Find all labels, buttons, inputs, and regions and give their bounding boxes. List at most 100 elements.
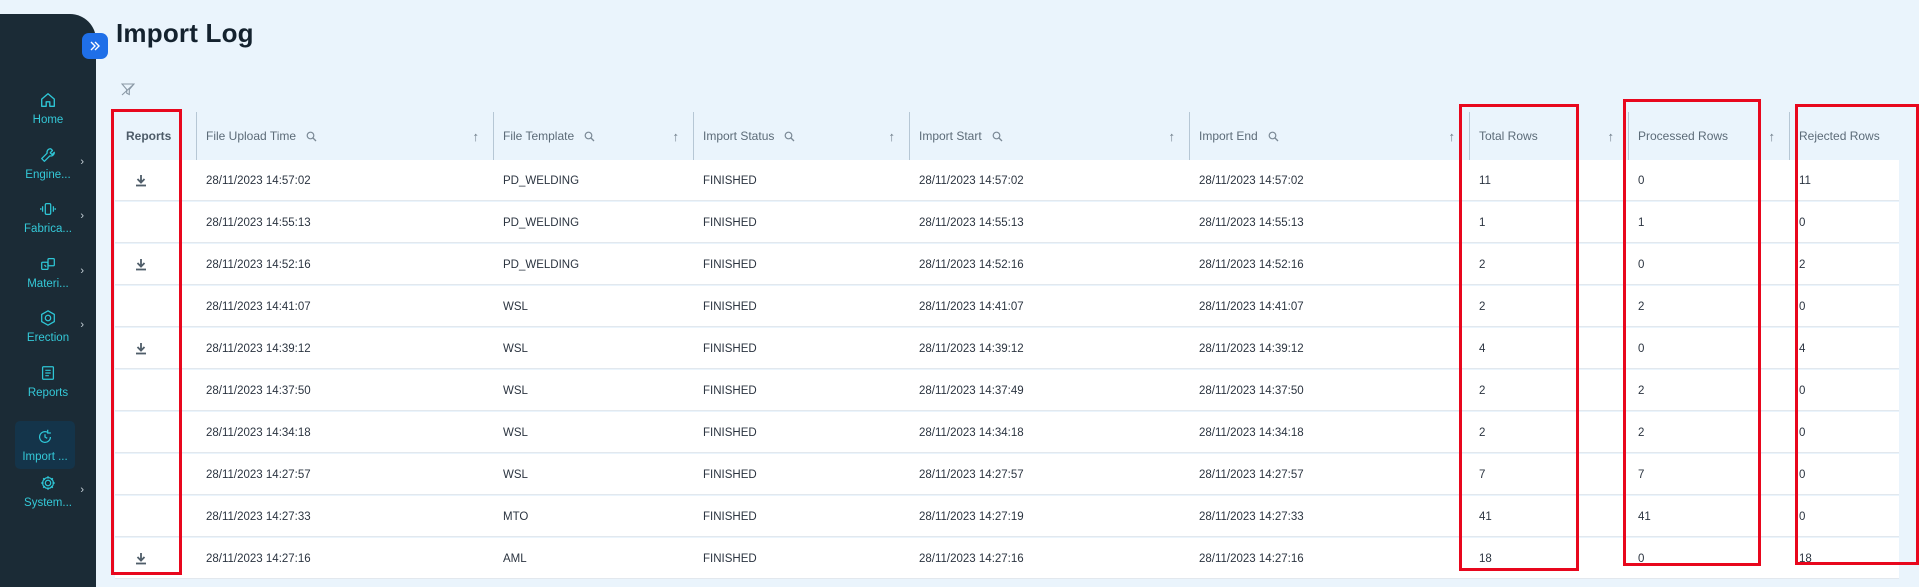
column-header-import-status[interactable]: Import Status ↑	[693, 112, 909, 160]
sort-arrow-up-icon[interactable]: ↑	[1449, 129, 1456, 144]
import-end-cell: 28/11/2023 14:34:18	[1199, 426, 1304, 439]
fabrication-icon	[40, 202, 56, 215]
file-upload-time-cell: 28/11/2023 14:27:33	[206, 510, 311, 523]
sidebar-item-gear[interactable]: System... ›	[0, 465, 96, 517]
import-start-cell: 28/11/2023 14:34:18	[919, 426, 1024, 439]
sidebar-item-label: Home	[32, 113, 64, 126]
import-history-icon	[38, 429, 52, 443]
column-header-import-start[interactable]: Import Start ↑	[909, 112, 1189, 160]
wrench-icon	[41, 147, 55, 162]
sidebar-item-import-history[interactable]: Import ...	[15, 421, 75, 469]
sidebar-item-label: Fabrica...	[24, 222, 72, 235]
sidebar-item-label: System...	[24, 496, 72, 509]
import-status-cell: FINISHED	[703, 426, 757, 439]
materials-icon	[41, 257, 55, 270]
column-header-label: File Template	[503, 129, 575, 143]
import-start-cell: 28/11/2023 14:52:16	[919, 258, 1024, 271]
column-header-label: Import Start	[919, 129, 982, 143]
file-template-cell: WSL	[503, 468, 528, 481]
highlight-box-processed-rows	[1623, 99, 1761, 566]
sort-arrow-up-icon[interactable]: ↑	[1608, 129, 1615, 144]
import-end-cell: 28/11/2023 14:52:16	[1199, 258, 1304, 271]
import-start-cell: 28/11/2023 14:57:02	[919, 174, 1024, 187]
file-template-cell: PD_WELDING	[503, 258, 580, 271]
file-upload-time-cell: 28/11/2023 14:27:16	[206, 552, 311, 565]
file-upload-time-cell: 28/11/2023 14:34:18	[206, 426, 311, 439]
import-end-cell: 28/11/2023 14:27:57	[1199, 468, 1304, 481]
chevron-right-icon: ›	[80, 265, 84, 277]
sort-arrow-up-icon[interactable]: ↑	[889, 129, 896, 144]
import-start-cell: 28/11/2023 14:55:13	[919, 216, 1024, 229]
highlight-box-reports	[111, 109, 182, 575]
import-status-cell: FINISHED	[703, 342, 757, 355]
import-start-cell: 28/11/2023 14:27:57	[919, 468, 1024, 481]
file-template-cell: WSL	[503, 342, 528, 355]
file-template-cell: WSL	[503, 384, 528, 397]
highlight-box-rejected-rows	[1795, 104, 1919, 565]
import-end-cell: 28/11/2023 14:41:07	[1199, 300, 1304, 313]
chevron-right-icon: ›	[80, 484, 84, 496]
file-upload-time-cell: 28/11/2023 14:52:16	[206, 258, 311, 271]
import-start-cell: 28/11/2023 14:37:49	[919, 384, 1024, 397]
sidebar-item-materials[interactable]: Materi... ›	[0, 246, 96, 298]
file-template-cell: PD_WELDING	[503, 174, 580, 187]
sort-arrow-up-icon[interactable]: ↑	[1769, 129, 1776, 144]
search-icon[interactable]	[306, 131, 317, 142]
column-header-file-template[interactable]: File Template ↑	[493, 112, 693, 160]
report-icon	[41, 365, 55, 380]
file-upload-time-cell: 28/11/2023 14:57:02	[206, 174, 311, 187]
sidebar-item-home[interactable]: Home	[0, 82, 96, 134]
file-template-cell: WSL	[503, 300, 528, 313]
import-status-cell: FINISHED	[703, 258, 757, 271]
gear-icon	[41, 475, 55, 490]
column-header-label: File Upload Time	[206, 129, 297, 143]
import-end-cell: 28/11/2023 14:27:16	[1199, 552, 1304, 565]
sidebar-item-wrench[interactable]: Engine... ›	[0, 137, 96, 189]
import-status-cell: FINISHED	[703, 300, 757, 313]
column-header-file-upload-time[interactable]: File Upload Time ↑	[196, 112, 493, 160]
import-status-cell: FINISHED	[703, 468, 757, 481]
column-header-import-end[interactable]: Import End ↑	[1189, 112, 1469, 160]
sidebar-item-label: Materi...	[27, 277, 69, 290]
sidebar-item-fabrication[interactable]: Fabrica... ›	[0, 191, 96, 243]
import-end-cell: 28/11/2023 14:39:12	[1199, 342, 1304, 355]
highlight-box-total-rows	[1459, 104, 1579, 571]
column-header-label: Import End	[1199, 129, 1258, 143]
file-template-cell: PD_WELDING	[503, 216, 580, 229]
home-icon	[41, 92, 55, 107]
file-template-cell: AML	[503, 552, 527, 565]
search-icon[interactable]	[992, 131, 1003, 142]
search-icon[interactable]	[784, 131, 795, 142]
import-end-cell: 28/11/2023 14:27:33	[1199, 510, 1304, 523]
import-start-cell: 28/11/2023 14:41:07	[919, 300, 1024, 313]
import-status-cell: FINISHED	[703, 552, 757, 565]
sidebar-item-label: Erection	[26, 331, 70, 344]
import-end-cell: 28/11/2023 14:37:50	[1199, 384, 1304, 397]
sort-arrow-up-icon[interactable]: ↑	[1169, 129, 1176, 144]
chevron-right-icon: ›	[80, 156, 84, 168]
chevron-right-icon: ›	[80, 210, 84, 222]
import-end-cell: 28/11/2023 14:57:02	[1199, 174, 1304, 187]
import-status-cell: FINISHED	[703, 384, 757, 397]
column-header-label: Import Status	[703, 129, 775, 143]
clear-filter-button[interactable]	[120, 83, 136, 101]
sort-arrow-up-icon[interactable]: ↑	[673, 129, 680, 144]
file-upload-time-cell: 28/11/2023 14:41:07	[206, 300, 311, 313]
sidebar-item-hex-nut[interactable]: Erection ›	[0, 300, 96, 352]
sidebar-expand-button[interactable]	[82, 33, 108, 59]
import-start-cell: 28/11/2023 14:27:19	[919, 510, 1024, 523]
import-start-cell: 28/11/2023 14:39:12	[919, 342, 1024, 355]
double-chevron-right-icon	[90, 41, 100, 51]
hex-nut-icon	[41, 309, 55, 326]
file-template-cell: MTO	[503, 510, 529, 523]
file-upload-time-cell: 28/11/2023 14:55:13	[206, 216, 311, 229]
sort-arrow-up-icon[interactable]: ↑	[473, 129, 480, 144]
file-upload-time-cell: 28/11/2023 14:37:50	[206, 384, 311, 397]
file-template-cell: WSL	[503, 426, 528, 439]
sidebar-item-label: Reports	[27, 386, 69, 399]
search-icon[interactable]	[584, 131, 595, 142]
import-start-cell: 28/11/2023 14:27:16	[919, 552, 1024, 565]
page-title: Import Log	[116, 18, 254, 48]
search-icon[interactable]	[1268, 131, 1279, 142]
sidebar-item-report[interactable]: Reports	[0, 355, 96, 407]
